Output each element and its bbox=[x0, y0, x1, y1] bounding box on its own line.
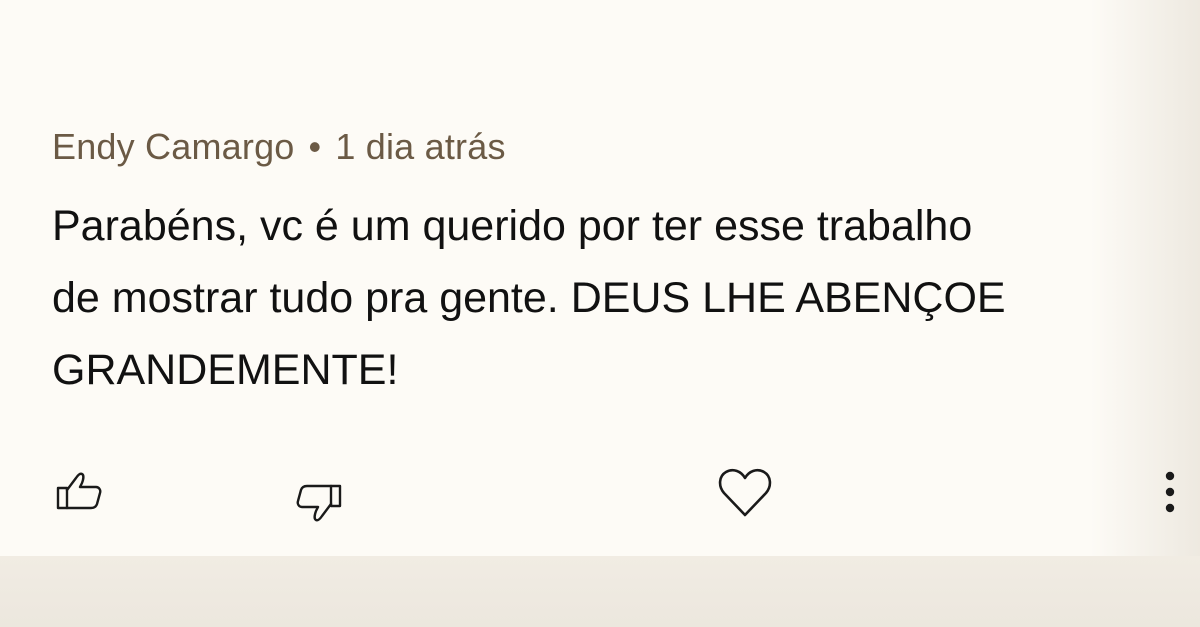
comment-text-line: Parabéns, vc é um querido por ter esse t… bbox=[52, 202, 973, 250]
thumbs-down-icon bbox=[296, 484, 342, 522]
comment-text-line: GRANDEMENTE! bbox=[52, 346, 399, 394]
comment-author[interactable]: Endy Camargo bbox=[52, 126, 295, 167]
comment-text: Parabéns, vc é um querido por ter esse t… bbox=[52, 190, 1172, 406]
heart-button[interactable] bbox=[716, 466, 774, 520]
dislike-button[interactable] bbox=[292, 474, 346, 528]
comment-timestamp: 1 dia atrás bbox=[335, 126, 506, 167]
like-button[interactable] bbox=[52, 466, 106, 520]
comment-text-line: de mostrar tudo pra gente. DEUS LHE ABEN… bbox=[52, 274, 1006, 322]
more-vertical-icon bbox=[1165, 471, 1175, 513]
meta-separator: • bbox=[308, 126, 322, 167]
thumbs-up-icon bbox=[56, 472, 102, 510]
more-options-button[interactable] bbox=[1156, 466, 1184, 522]
comment-card: Endy Camargo • 1 dia atrás Parabéns, vc é … bbox=[0, 0, 1200, 556]
comment-meta: Endy Camargo • 1 dia atrás bbox=[52, 126, 506, 168]
heart-icon bbox=[718, 468, 772, 517]
bottom-band bbox=[0, 556, 1200, 627]
